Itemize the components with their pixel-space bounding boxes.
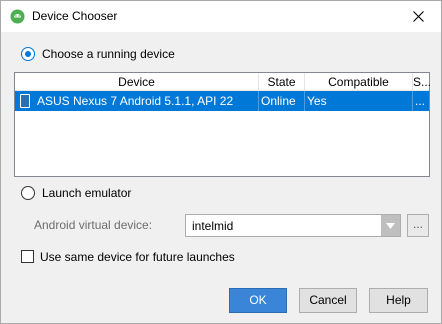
column-header-device[interactable]: Device <box>15 73 259 91</box>
title-bar: Device Chooser <box>1 1 441 32</box>
same-device-checkbox[interactable] <box>21 250 34 263</box>
device-chooser-dialog: Device Chooser Choose a running device D… <box>0 0 442 324</box>
launch-emulator-label[interactable]: Launch emulator <box>42 186 131 200</box>
avd-label: Android virtual device: <box>34 218 153 232</box>
close-icon <box>413 10 424 22</box>
cell-s: ... <box>415 94 426 108</box>
close-button[interactable] <box>396 1 441 31</box>
android-studio-icon <box>10 9 25 24</box>
column-header-s[interactable]: S... <box>413 73 431 91</box>
table-header: Device State Compatible S... <box>15 73 431 91</box>
launch-emulator-radio[interactable] <box>21 186 35 200</box>
avd-dropdown[interactable]: intelmid <box>185 214 401 237</box>
chevron-down-icon <box>386 222 395 229</box>
table-row[interactable]: ASUS Nexus 7 Android 5.1.1, API 22 Onlin… <box>15 91 429 111</box>
choose-running-device-radio[interactable] <box>21 47 35 61</box>
column-header-compatible[interactable]: Compatible <box>305 73 413 91</box>
cancel-button[interactable]: Cancel <box>299 288 357 313</box>
avd-dropdown-value: intelmid <box>192 219 234 233</box>
phone-icon <box>20 94 30 108</box>
same-device-label[interactable]: Use same device for future launches <box>40 250 235 264</box>
avd-dropdown-arrow[interactable] <box>381 215 400 236</box>
device-table[interactable]: Device State Compatible S... ASUS Nexus … <box>14 72 431 177</box>
cell-state: Online <box>259 91 305 111</box>
choose-running-device-label[interactable]: Choose a running device <box>42 47 175 61</box>
column-header-state[interactable]: State <box>259 73 305 91</box>
ok-button[interactable]: OK <box>229 288 287 313</box>
window-title: Device Chooser <box>32 9 118 23</box>
cell-device: ASUS Nexus 7 Android 5.1.1, API 22 <box>35 91 259 111</box>
help-button[interactable]: Help <box>369 288 428 313</box>
cell-compatible: Yes <box>305 91 413 111</box>
avd-browse-button[interactable]: ... <box>407 214 429 237</box>
